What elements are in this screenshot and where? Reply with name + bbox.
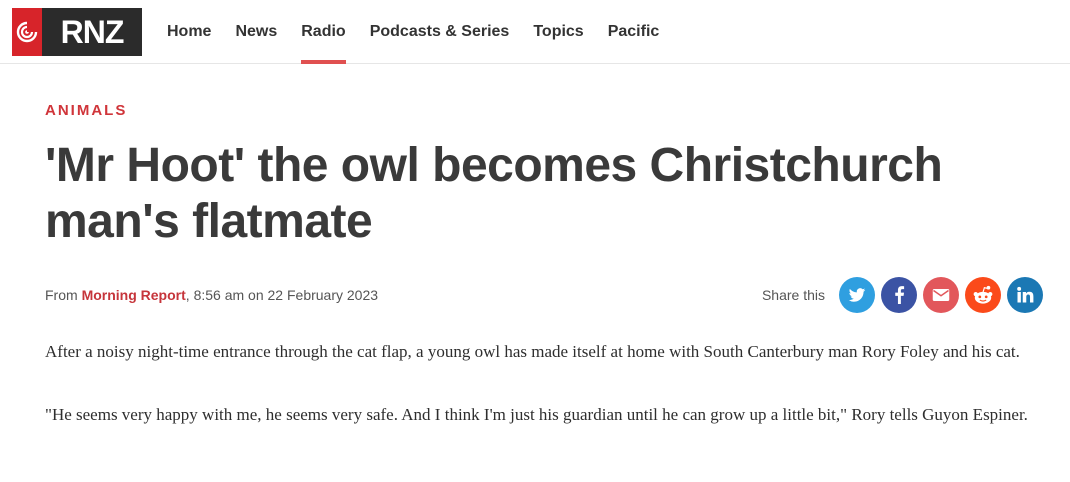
article-paragraph: "He seems very happy with me, he seems v… bbox=[45, 405, 1028, 424]
facebook-icon bbox=[895, 286, 905, 304]
twitter-icon bbox=[848, 288, 866, 302]
main-nav: Home News Radio Podcasts & Series Topics… bbox=[155, 0, 671, 64]
byline-date: 22 February 2023 bbox=[267, 287, 379, 303]
reddit-icon bbox=[973, 285, 993, 304]
nav-item-radio[interactable]: Radio bbox=[289, 0, 357, 64]
nav-item-topics[interactable]: Topics bbox=[521, 0, 595, 64]
reddit-share-button[interactable] bbox=[965, 277, 1001, 313]
section-label[interactable]: ANIMALS bbox=[45, 102, 127, 119]
share-label: Share this bbox=[761, 287, 825, 303]
byline-comma: , bbox=[185, 287, 194, 303]
byline-on: on bbox=[244, 287, 268, 303]
nav-item-news[interactable]: News bbox=[223, 0, 289, 64]
facebook-share-button[interactable] bbox=[881, 277, 917, 313]
logo-wordmark: RNZ bbox=[42, 8, 142, 56]
nav-item-home[interactable]: Home bbox=[155, 0, 223, 64]
email-icon bbox=[932, 289, 950, 301]
byline-prefix: From bbox=[45, 287, 82, 303]
article-paragraph: After a noisy night-time entrance throug… bbox=[45, 342, 1020, 361]
linkedin-share-button[interactable] bbox=[1007, 277, 1043, 313]
site-header: RNZ Home News Radio Podcasts & Series To… bbox=[0, 0, 1070, 64]
article-headline: 'Mr Hoot' the owl becomes Christchurch m… bbox=[45, 139, 943, 248]
linkedin-icon bbox=[1017, 286, 1034, 303]
nav-item-podcasts-series[interactable]: Podcasts & Series bbox=[358, 0, 522, 64]
share-bar: Share this bbox=[762, 277, 1043, 313]
article-byline: From Morning Report, 8:56 am on 22 Febru… bbox=[45, 287, 378, 303]
twitter-share-button[interactable] bbox=[839, 277, 875, 313]
email-share-button[interactable] bbox=[923, 277, 959, 313]
byline-source-link[interactable]: Morning Report bbox=[82, 287, 186, 303]
nav-item-pacific[interactable]: Pacific bbox=[596, 0, 672, 64]
rnz-logo[interactable]: RNZ bbox=[12, 8, 142, 56]
byline-time: 8:56 am bbox=[193, 287, 245, 303]
rnz-swirl-icon bbox=[12, 8, 42, 56]
